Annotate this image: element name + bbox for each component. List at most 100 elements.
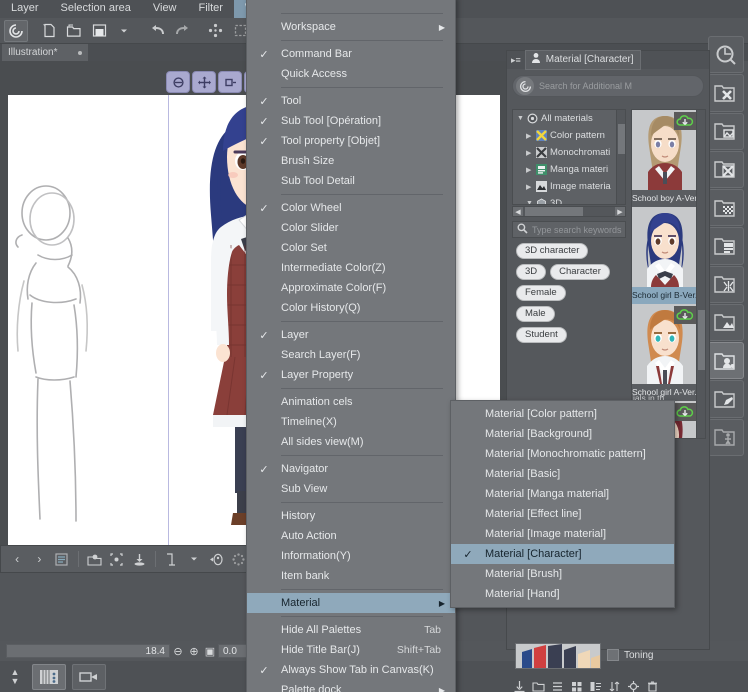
menu-item-hide-title-bar[interactable]: Hide Title Bar(J) Shift+Tab <box>247 640 455 660</box>
camera-move-icon[interactable] <box>192 71 216 93</box>
tree-node-monochromatic[interactable]: ▶ Monochromati <box>513 144 625 161</box>
menu-item-layer-property[interactable]: ✓ Layer Property <box>247 365 455 385</box>
document-tab[interactable]: Illustration* <box>2 44 88 61</box>
material-character-icon[interactable] <box>708 342 744 380</box>
material-thumbnail-item[interactable]: School girl B-Ver.3 <box>632 207 698 304</box>
menu-item-item-bank[interactable]: Item bank <box>247 566 455 586</box>
register-material-icon[interactable] <box>85 549 105 569</box>
menu-item-sub-tool[interactable]: ✓ Sub Tool [Opération] <box>247 111 455 131</box>
chevron-right-icon[interactable]: ▶ <box>526 183 533 191</box>
menu-item-sub-tool-detail[interactable]: Sub Tool Detail <box>247 171 455 191</box>
search-keywords-input[interactable]: Type search keywords <box>512 221 626 238</box>
menu-item-material[interactable]: Material ▶ <box>247 593 455 613</box>
chevron-down-icon[interactable]: ▼ <box>526 200 533 204</box>
menu-item-approximate-color[interactable]: Approximate Color(F) <box>247 278 455 298</box>
tree-node-color-pattern[interactable]: ▶ Color pattern <box>513 127 625 144</box>
menu-item-information[interactable]: Information(Y) <box>247 546 455 566</box>
tree-hscroll-thumb[interactable] <box>525 207 583 216</box>
camera-zoom-icon[interactable] <box>218 71 242 93</box>
submenu-item-basic[interactable]: Material [Basic] <box>451 464 674 484</box>
search-material-icon[interactable] <box>708 36 744 74</box>
animation-palette-tab[interactable] <box>72 663 106 690</box>
tag-3d-character[interactable]: 3D character <box>516 243 589 259</box>
zoom-in-icon[interactable]: ⊕ <box>186 644 202 658</box>
menu-item-quick-access[interactable]: Quick Access <box>247 64 455 84</box>
material-tree[interactable]: ▼ All materials ▶ Color pattern ▶ Monoch… <box>512 109 626 205</box>
material-thumbnail-list[interactable]: School boy A-Ver.3 School girl B-Ver.3 S… <box>631 109 706 439</box>
menu-view[interactable]: View <box>142 0 188 18</box>
menu-item-color-wheel[interactable]: ✓ Color Wheel <box>247 198 455 218</box>
material-hand-icon[interactable] <box>708 418 744 456</box>
menu-item-palette-dock[interactable]: Palette dock ▶ <box>247 680 455 692</box>
view-detail-icon[interactable] <box>587 678 603 692</box>
tree-node-image-material[interactable]: ▶ Image materia <box>513 178 625 195</box>
search-additional-materials-button[interactable]: Search for Additional M <box>512 75 704 97</box>
palette-menu-icon[interactable]: ▸≡ <box>511 55 521 66</box>
material-thumbnail-item[interactable]: School girl A-Ver.3 <box>632 304 698 401</box>
ground-snap-icon[interactable] <box>129 549 149 569</box>
pose-dropdown-icon[interactable] <box>184 549 204 569</box>
sort-icon[interactable] <box>606 678 622 692</box>
menu-item-all-sides-view[interactable]: All sides view(M) <box>247 432 455 452</box>
menu-item-hide-all-palettes[interactable]: Hide All Palettes Tab <box>247 620 455 640</box>
palette-scroll-arrows[interactable]: ▲ ▼ <box>4 667 26 686</box>
menu-item-color-slider[interactable]: Color Slider <box>247 218 455 238</box>
fit-to-frame-icon[interactable] <box>107 549 127 569</box>
select-all-icon[interactable] <box>203 20 227 42</box>
material-thumbnail-item[interactable]: School boy A-Ver.3 <box>632 110 698 207</box>
menu-item-auto-action[interactable]: Auto Action <box>247 526 455 546</box>
submenu-item-background[interactable]: Material [Background] <box>451 424 674 444</box>
submenu-item-image-material[interactable]: Material [Image material] <box>451 524 674 544</box>
head-angle-icon[interactable] <box>207 549 227 569</box>
submenu-item-brush[interactable]: Material [Brush] <box>451 564 674 584</box>
tag-male[interactable]: Male <box>516 306 555 322</box>
menu-item-tool[interactable]: ✓ Tool <box>247 91 455 111</box>
submenu-item-monochromatic-pattern[interactable]: Material [Monochromatic pattern] <box>451 444 674 464</box>
save-dropdown-icon[interactable] <box>112 20 136 42</box>
tag-character[interactable]: Character <box>550 264 610 280</box>
submenu-item-character[interactable]: ✓ Material [Character] <box>451 544 674 564</box>
scroll-down-icon[interactable]: ▼ <box>11 676 20 686</box>
menu-item-color-history[interactable]: Color History(Q) <box>247 298 455 318</box>
cloud-download-icon[interactable] <box>674 403 696 421</box>
submenu-item-effect-line[interactable]: Material [Effect line] <box>451 504 674 524</box>
redo-icon[interactable] <box>170 20 194 42</box>
chevron-down-icon[interactable]: ▼ <box>517 115 524 122</box>
palette-title-tab[interactable]: Material [Character] <box>524 50 641 70</box>
menu-layer[interactable]: Layer <box>0 0 50 18</box>
new-folder-icon[interactable] <box>530 678 546 692</box>
tree-node-manga-material[interactable]: ▶ Manga materi <box>513 161 625 178</box>
view-list-icon[interactable] <box>549 678 565 692</box>
tree-node-3d[interactable]: ▼ 3D <box>513 195 625 204</box>
chevron-right-icon[interactable]: ▶ <box>526 149 533 157</box>
zoom-out-icon[interactable]: ⊖ <box>170 644 186 658</box>
menu-item-tool-property[interactable]: ✓ Tool property [Objet] <box>247 131 455 151</box>
window-menu-dropdown[interactable]: Workspace ▶ ✓ Command Bar Quick Access ✓… <box>246 0 456 692</box>
material-basic-icon[interactable] <box>708 189 744 227</box>
scroll-left-icon[interactable]: ◀ <box>513 207 523 216</box>
next-icon[interactable]: › <box>29 549 49 569</box>
material-brush-icon[interactable] <box>708 380 744 418</box>
menu-item-navigator[interactable]: ✓ Navigator <box>247 459 455 479</box>
menu-item-sub-view[interactable]: Sub View <box>247 479 455 499</box>
tag-female[interactable]: Female <box>516 285 566 301</box>
menu-item-always-show-tab[interactable]: ✓ Always Show Tab in Canvas(K) <box>247 660 455 680</box>
menu-item-layer[interactable]: ✓ Layer <box>247 325 455 345</box>
toning-checkbox-row[interactable]: Toning <box>607 649 653 661</box>
zoom-value-field[interactable]: 18.4 <box>6 644 170 658</box>
material-manga-material-icon[interactable] <box>708 227 744 265</box>
menu-item-brush-size[interactable]: Brush Size <box>247 151 455 171</box>
chevron-right-icon[interactable]: ▶ <box>526 166 533 174</box>
material-submenu-dropdown[interactable]: Material [Color pattern] Material [Backg… <box>450 400 675 608</box>
menu-selection-area[interactable]: Selection area <box>50 0 142 18</box>
thumbnail-scroll-thumb[interactable] <box>698 310 705 370</box>
new-file-icon[interactable] <box>37 20 61 42</box>
save-icon[interactable] <box>87 20 111 42</box>
cloud-download-icon[interactable] <box>674 112 696 130</box>
camera-rotate-icon[interactable] <box>166 71 190 93</box>
menu-item-history[interactable]: History <box>247 506 455 526</box>
layer-palette-tab[interactable] <box>32 663 66 690</box>
thumbnail-vertical-scrollbar[interactable] <box>696 110 705 438</box>
tag-3d[interactable]: 3D <box>516 264 547 280</box>
material-effect-line-icon[interactable] <box>708 265 744 303</box>
